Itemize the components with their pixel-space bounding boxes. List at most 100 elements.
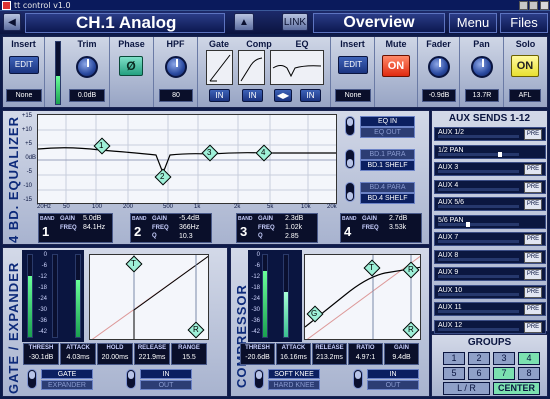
eq-mini-graph[interactable]	[270, 50, 324, 85]
gate-param-thresh[interactable]: THRESH -30.1dB	[23, 343, 59, 365]
aux-pre-button[interactable]: PRE	[524, 129, 542, 140]
maximize-button[interactable]	[529, 1, 538, 10]
group-4-button[interactable]: 4	[518, 352, 540, 365]
comp-knee-toggle[interactable]	[254, 369, 264, 389]
comp-param-thresh[interactable]: THRESH -20.6dB	[240, 343, 275, 365]
aux-pre-button[interactable]: PRE	[524, 251, 542, 263]
aux-pre-button[interactable]: PRE	[524, 164, 542, 175]
bd1-para-button[interactable]: BD.1 PARA	[360, 149, 415, 160]
phase-invert-button[interactable]: Ø	[119, 56, 143, 76]
aux-send-slider[interactable]	[438, 310, 519, 313]
aux-send-slider[interactable]	[438, 187, 519, 191]
bd4-mode-toggle[interactable]	[345, 182, 355, 202]
aux-send-slider[interactable]	[438, 257, 519, 261]
minimize-button[interactable]	[519, 1, 528, 10]
menu-button[interactable]: Menu	[449, 13, 497, 33]
gate-param-release[interactable]: RELEASE 221.9ms	[134, 343, 170, 365]
order-swap-button[interactable]: ◀▶	[274, 89, 292, 102]
aux-pre-button[interactable]: PRE	[524, 269, 542, 280]
comp-out-button[interactable]: OUT	[367, 380, 419, 390]
trim-knob[interactable]	[76, 56, 98, 78]
aux-send-slider[interactable]	[438, 152, 519, 156]
aux-send-row[interactable]: AUX 1/2 PRE	[434, 127, 546, 141]
group-3-button[interactable]: 3	[493, 352, 515, 365]
aux-send-row[interactable]: AUX 12 PRE	[434, 319, 546, 334]
gate-param-range[interactable]: RANGE 15.5	[171, 343, 207, 365]
pan-knob[interactable]	[471, 56, 493, 78]
bd1-mode-toggle[interactable]	[345, 149, 355, 169]
aux-send-row[interactable]: AUX 11 PRE	[434, 302, 546, 316]
aux-send-row[interactable]: AUX 7 PRE	[434, 232, 546, 246]
aux-pre-button[interactable]: PRE	[524, 286, 542, 298]
comp-param-ratio[interactable]: RATIO 4.97:1	[348, 343, 383, 365]
comp-hard-knee[interactable]: HARD KNEE	[268, 380, 320, 390]
insert2-value[interactable]: None	[335, 89, 371, 102]
aux-send-slider[interactable]	[438, 135, 519, 138]
comp-in-button[interactable]: IN	[367, 369, 419, 379]
eq-band3-params[interactable]: BAND 3 GAIN FREQ Q 2.3dB 1.02k 2.85	[236, 213, 318, 243]
aux-send-slider[interactable]	[438, 170, 519, 173]
close-button[interactable]	[540, 1, 549, 10]
gate-param-hold[interactable]: HOLD 20.00ms	[97, 343, 133, 365]
view-selector[interactable]: Overview	[313, 13, 445, 33]
eq-out-button[interactable]: EQ OUT	[360, 127, 415, 138]
gate-param-attack[interactable]: ATTACK 4.03ms	[60, 343, 96, 365]
link-button[interactable]: LINK	[282, 13, 308, 31]
aux-send-row[interactable]: AUX 5/6 PRE	[434, 197, 546, 211]
gate-in-out-toggle[interactable]	[126, 369, 136, 389]
comp-soft-knee[interactable]: SOFT KNEE	[268, 369, 320, 379]
aux-send-slider[interactable]	[438, 275, 519, 278]
aux-send-row[interactable]: AUX 10 PRE	[434, 284, 546, 299]
hpf-knob[interactable]	[165, 56, 187, 78]
comp-mini-graph[interactable]	[238, 50, 265, 85]
solo-on-button[interactable]: ON	[511, 55, 539, 77]
eq-in-out-toggle[interactable]	[345, 116, 355, 136]
aux-pre-button[interactable]: PRE	[524, 304, 542, 315]
eq-graph[interactable]: 1 2 3 4	[37, 114, 337, 204]
aux-send-slider[interactable]	[438, 222, 519, 226]
aux-pre-button[interactable]: PRE	[524, 181, 542, 193]
aux-send-row[interactable]: AUX 4 PRE	[434, 179, 546, 194]
gate-in-button[interactable]: IN	[140, 369, 192, 379]
eq-in-button[interactable]: IN	[300, 89, 321, 102]
bd4-shelf-button[interactable]: BD.4 SHELF	[360, 193, 415, 204]
aux-pre-button[interactable]: PRE	[524, 199, 542, 210]
comp-in-out-toggle[interactable]	[353, 369, 363, 389]
group-2-button[interactable]: 2	[468, 352, 490, 365]
insert2-edit-button[interactable]: EDIT	[338, 56, 368, 74]
group-5-button[interactable]: 5	[443, 367, 465, 380]
group-8-button[interactable]: 8	[518, 367, 540, 380]
bd1-shelf-button[interactable]: BD.1 SHELF	[360, 160, 415, 171]
eq-band2-params[interactable]: BAND 2 GAIN FREQ Q -5.4dB 366Hz 10.3	[130, 213, 212, 243]
center-button[interactable]: CENTER	[493, 382, 540, 395]
group-6-button[interactable]: 6	[468, 367, 490, 380]
aux-send-row[interactable]: AUX 8 PRE	[434, 249, 546, 264]
eq-band1-params[interactable]: BAND 1 GAIN FREQ 5.0dB 84.1Hz	[38, 213, 113, 243]
aux-pre-button[interactable]: PRE	[524, 321, 542, 333]
aux-send-row[interactable]: 5/6 PAN	[434, 214, 546, 229]
comp-graph[interactable]: T R G R	[304, 254, 421, 340]
gate-mode-expander[interactable]: EXPANDER	[41, 380, 93, 390]
insert1-edit-button[interactable]: EDIT	[9, 56, 39, 74]
aux-send-slider[interactable]	[438, 292, 519, 296]
pan-handle[interactable]	[466, 221, 470, 227]
comp-param-gain[interactable]: GAIN 9.4dB	[384, 343, 419, 365]
comp-in-button[interactable]: IN	[242, 89, 263, 102]
aux-send-row[interactable]: AUX 3 PRE	[434, 162, 546, 176]
pan-handle[interactable]	[498, 151, 502, 157]
gate-mini-graph[interactable]	[206, 50, 233, 85]
gate-mode-gate[interactable]: GATE	[41, 369, 93, 379]
aux-send-slider[interactable]	[438, 205, 519, 208]
aux-send-slider[interactable]	[438, 327, 519, 331]
gate-in-button[interactable]: IN	[209, 89, 230, 102]
lr-button[interactable]: L / R	[443, 382, 490, 395]
aux-pre-button[interactable]: PRE	[524, 234, 542, 245]
gate-out-button[interactable]: OUT	[140, 380, 192, 390]
gate-graph[interactable]: T R	[89, 254, 209, 340]
bd4-para-button[interactable]: BD.4 PARA	[360, 182, 415, 193]
comp-param-attack[interactable]: ATTACK 16.16ms	[276, 343, 311, 365]
solo-mode[interactable]: AFL	[509, 89, 541, 102]
insert1-value[interactable]: None	[6, 89, 42, 102]
eq-in-button[interactable]: EQ IN	[360, 116, 415, 127]
prev-channel-button[interactable]: ◀	[3, 13, 21, 31]
